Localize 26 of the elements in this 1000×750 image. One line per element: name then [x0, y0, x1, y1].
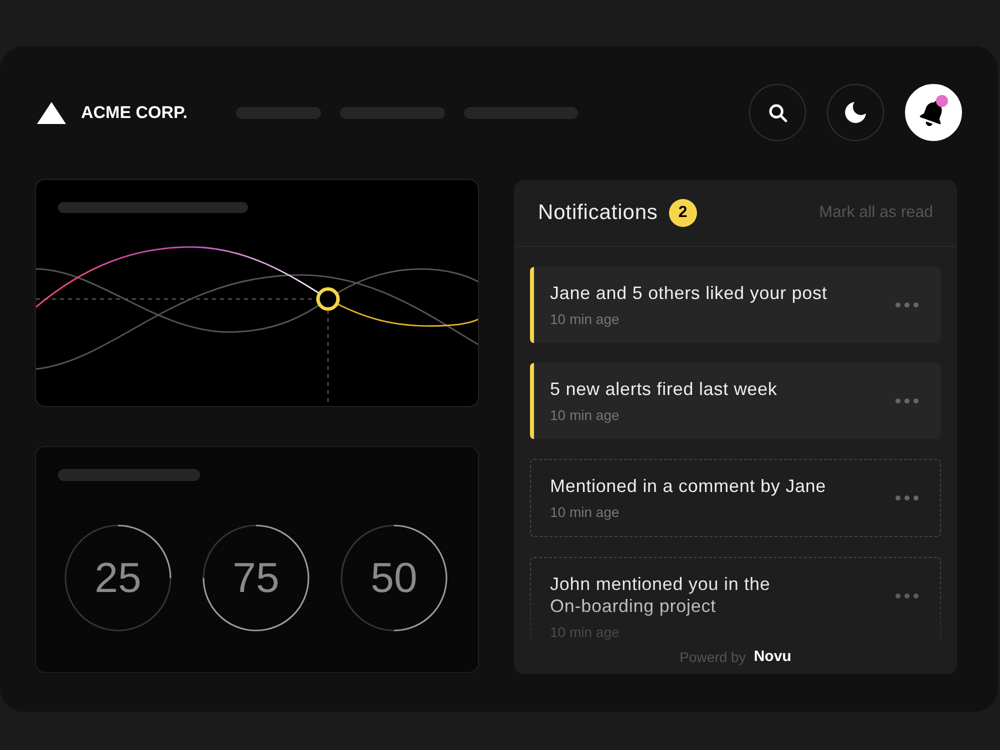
triangle-logo-icon — [37, 102, 66, 124]
brand-name: ACME CORP. — [81, 104, 188, 121]
panel-title: Notifications — [538, 200, 658, 226]
notification-item[interactable]: 5 new alerts fired last week 10 min age — [530, 363, 941, 439]
footer-brand: Novu — [754, 646, 792, 667]
notification-text: Mentioned in a comment by Jane — [550, 475, 828, 497]
ellipsis-icon — [895, 495, 919, 501]
gauge-value: 25 — [94, 557, 142, 599]
moon-icon — [845, 102, 866, 123]
ellipsis-icon — [895, 302, 919, 308]
count-badge: 2 — [668, 199, 697, 227]
notification-text: John mentioned you in the On-boarding project — [550, 573, 772, 617]
search-icon — [768, 102, 788, 122]
theme-toggle-button[interactable] — [827, 84, 884, 141]
ellipsis-icon — [895, 593, 919, 599]
search-button[interactable] — [749, 84, 806, 141]
gauge-value: 75 — [232, 557, 280, 599]
gauge-value: 50 — [370, 557, 418, 599]
notification-text: Jane and 5 others liked your post — [550, 282, 828, 304]
notification-time: 10 min age — [550, 503, 620, 521]
notification-time: 10 min age — [550, 406, 620, 424]
notification-item[interactable]: Mentioned in a comment by Jane 10 min age — [530, 459, 941, 537]
notification-time: 10 min age — [550, 310, 620, 328]
notification-item[interactable]: Jane and 5 others liked your post 10 min age — [530, 267, 941, 343]
ellipsis-icon — [895, 398, 919, 404]
notification-text: 5 new alerts fired last week — [550, 378, 778, 400]
